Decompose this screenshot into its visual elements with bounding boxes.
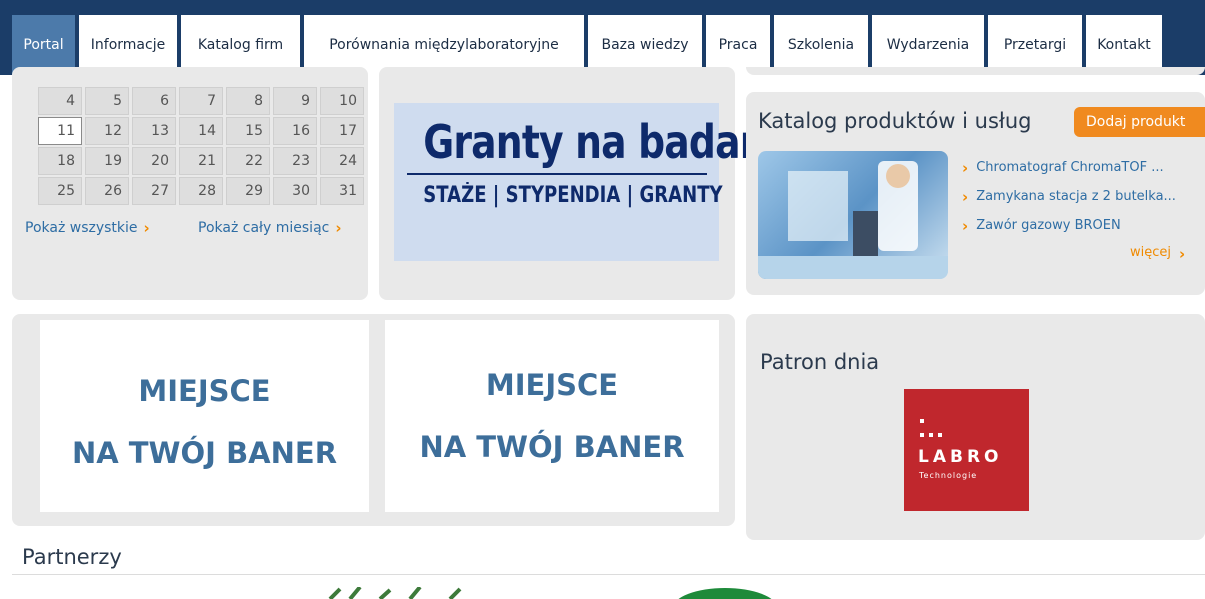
calendar-day[interactable]: 30 <box>273 177 317 205</box>
catalog-list: › Chromatograf ChromaTOF ... › Zamykana sta… <box>962 153 1176 240</box>
calendar-day[interactable]: 27 <box>132 177 176 205</box>
calendar-day[interactable]: 31 <box>320 177 364 205</box>
calendar-day[interactable]: 18 <box>38 147 82 175</box>
ad-banner-1[interactable]: MIEJSCE NA TWÓJ BANER <box>40 320 369 512</box>
calendar-panel: 4 5 6 7 8 9 10 11 12 13 14 15 16 17 18 19 20 21 22 23 24 25 26… <box>12 67 368 300</box>
calendar-day[interactable]: 21 <box>179 147 223 175</box>
calendar-week: 11 12 13 14 15 16 17 <box>38 117 367 145</box>
granty-title: Granty na badania <box>423 115 803 169</box>
calendar-day[interactable]: 25 <box>38 177 82 205</box>
banner-line2: NA TWÓJ BANER <box>71 436 338 470</box>
page-content: 4 5 6 7 8 9 10 11 12 13 14 15 16 17 18 19 20 21 22 23 24 25 26… <box>0 67 1205 599</box>
calendar-day[interactable]: 28 <box>179 177 223 205</box>
calendar-day[interactable]: 6 <box>132 87 176 115</box>
calendar-day[interactable]: 24 <box>320 147 364 175</box>
calendar-day[interactable]: 15 <box>226 117 270 145</box>
calendar-day[interactable]: 4 <box>38 87 82 115</box>
patron-title: Patron dnia <box>760 350 880 374</box>
chevron-right-icon: › <box>962 158 969 177</box>
nav-item-praca[interactable]: Praca <box>706 15 770 75</box>
calendar-day[interactable]: 17 <box>320 117 364 145</box>
chevron-right-icon: › <box>962 187 969 206</box>
labro-name: LABRO <box>918 447 1003 467</box>
ad-banner-2[interactable]: MIEJSCE NA TWÓJ BANER <box>385 320 719 512</box>
calendar-day[interactable]: 13 <box>132 117 176 145</box>
catalog-item[interactable]: › Chromatograf ChromaTOF ... <box>962 153 1176 182</box>
labro-logo[interactable]: LABRO Technologie <box>904 389 1029 511</box>
catalog-item[interactable]: › Zawór gazowy BROEN <box>962 211 1176 240</box>
banner-line2: NA TWÓJ BANER <box>419 430 685 464</box>
nav-item-porównania-międzylaboratoryjne[interactable]: Porównania międzylaboratoryjne <box>304 15 584 75</box>
calendar-day[interactable]: 9 <box>273 87 317 115</box>
show-all-events-link[interactable]: Pokaż wszystkie › <box>25 219 150 237</box>
chevron-right-icon: › <box>962 216 969 235</box>
granty-subtitle: STAŻE | STYPENDIA | GRANTY <box>423 183 723 208</box>
nav-item-baza-wiedzy[interactable]: Baza wiedzy <box>588 15 702 75</box>
nav-item-informacje[interactable]: Informacje <box>79 15 177 75</box>
partners-title: Partnerzy <box>22 545 122 569</box>
calendar-week: 18 19 20 21 22 23 24 <box>38 147 367 175</box>
calendar-day[interactable]: 22 <box>226 147 270 175</box>
calendar-day[interactable]: 20 <box>132 147 176 175</box>
nav-item-katalog-firm[interactable]: Katalog firm <box>181 15 300 75</box>
calendar-day[interactable]: 16 <box>273 117 317 145</box>
show-all-events-label: Pokaż wszystkie <box>25 220 138 236</box>
catalog-item-label: Zawór gazowy BROEN <box>976 218 1121 233</box>
more-label: więcej <box>1130 245 1171 260</box>
chevron-right-icon: › <box>1179 245 1186 263</box>
calendar-day[interactable]: 5 <box>85 87 129 115</box>
catalog-item-label: Chromatograf ChromaTOF ... <box>976 160 1164 175</box>
nav-item-przetargi[interactable]: Przetargi <box>988 15 1082 75</box>
partners-divider <box>12 574 1205 575</box>
catalog-item-label: Zamykana stacja z 2 butelka... <box>976 189 1176 204</box>
calendar-day[interactable]: 8 <box>226 87 270 115</box>
calendar-day[interactable]: 12 <box>85 117 129 145</box>
nav-item-wydarzenia[interactable]: Wydarzenia <box>872 15 984 75</box>
nav-item-szkolenia[interactable]: Szkolenia <box>774 15 868 75</box>
more-link[interactable]: więcej › <box>1130 245 1185 263</box>
calendar-week: 25 26 27 28 29 30 31 <box>38 177 367 205</box>
catalog-panel <box>746 67 1205 75</box>
granty-divider <box>406 173 707 175</box>
calendar-week: 4 5 6 7 8 9 10 <box>38 87 367 115</box>
partner-logo-1[interactable] <box>320 587 480 599</box>
chevron-right-icon: › <box>143 219 150 237</box>
calendar-day[interactable]: 14 <box>179 117 223 145</box>
nav-item-portal[interactable]: Portal <box>12 15 75 75</box>
calendar-day[interactable]: 7 <box>179 87 223 115</box>
catalog-title: Katalog produktów i usług <box>758 109 1032 133</box>
main-nav: Portal Informacje Katalog firm Porównania m… <box>12 15 1205 75</box>
calendar-day[interactable]: 29 <box>226 177 270 205</box>
calendar-day[interactable]: 26 <box>85 177 129 205</box>
calendar-day[interactable]: 11 <box>38 117 82 145</box>
calendar-day[interactable]: 23 <box>273 147 317 175</box>
banner-line1: MIEJSCE <box>138 374 271 408</box>
chevron-right-icon: › <box>335 219 342 237</box>
show-month-link[interactable]: Pokaż cały miesiąc › <box>198 219 342 237</box>
labro-sub: Technologie <box>919 471 978 480</box>
granty-banner[interactable]: Granty na badania STAŻE | STYPENDIA | GR… <box>394 103 803 261</box>
partner-logo-2[interactable] <box>670 586 780 599</box>
calendar-day[interactable]: 10 <box>320 87 364 115</box>
nav-item-kontakt[interactable]: Kontakt <box>1086 15 1162 75</box>
calendar-day[interactable]: 19 <box>85 147 129 175</box>
add-product-button[interactable]: Dodaj produkt <box>1074 107 1205 137</box>
show-month-label: Pokaż cały miesiąc <box>198 220 330 236</box>
catalog-image <box>758 151 948 279</box>
banner-line1: MIEJSCE <box>485 368 619 402</box>
catalog-item[interactable]: › Zamykana stacja z 2 butelka... <box>962 182 1176 211</box>
calendar-grid: 4 5 6 7 8 9 10 11 12 13 14 15 16 17 18 19 20 21 22 23 24 25 26… <box>38 87 367 207</box>
scientist-microscope-image <box>758 161 948 279</box>
